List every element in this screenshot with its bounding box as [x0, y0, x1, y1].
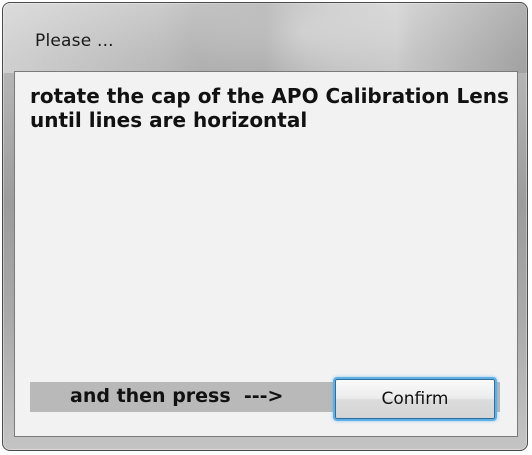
dialog-client-area: rotate the cap of the APO Calibration Le…	[14, 71, 518, 437]
confirm-button[interactable]: Confirm	[333, 377, 497, 421]
instruction-message: rotate the cap of the APO Calibration Le…	[30, 84, 509, 132]
prompt-text: and then press --->	[70, 385, 284, 407]
window-title: Please ...	[35, 31, 114, 51]
dialog-window: Please ... rotate the cap of the APO Cal…	[2, 2, 528, 451]
